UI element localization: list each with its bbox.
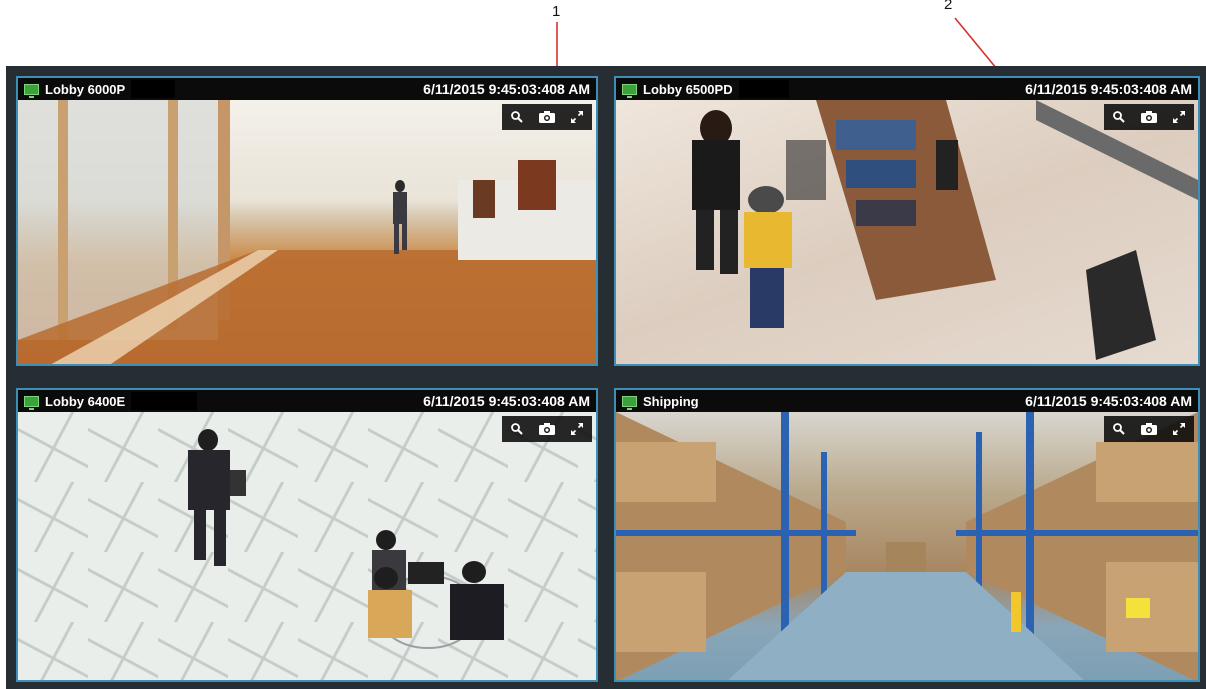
callout-label-2: 2 [944, 0, 953, 13]
search-icon[interactable] [502, 104, 532, 130]
warehouse-scene-image [616, 412, 1198, 680]
timestamp: 6/11/2015 9:45:03:408 AM [1025, 81, 1192, 97]
expand-icon[interactable] [1164, 416, 1194, 442]
video-tile-lobby-6000p[interactable]: Lobby 6000P 6/11/2015 9:45:03:408 AM [16, 76, 598, 366]
video-grid: Lobby 6000P 6/11/2015 9:45:03:408 AM Lob… [6, 66, 1206, 689]
camera-name: Shipping [643, 393, 699, 409]
tile-titlebar: Lobby 6500PD 6/11/2015 9:45:03:408 AM [616, 78, 1198, 100]
timestamp: 6/11/2015 9:45:03:408 AM [423, 81, 590, 97]
timestamp: 6/11/2015 9:45:03:408 AM [423, 393, 590, 409]
callout-label-1: 1 [552, 3, 561, 20]
search-icon[interactable] [502, 416, 532, 442]
expand-icon[interactable] [1164, 104, 1194, 130]
name-redaction-box [738, 80, 789, 98]
hallway-scene-image [18, 100, 596, 364]
camera-snapshot-icon[interactable] [1134, 416, 1164, 442]
tile-controls [502, 104, 592, 130]
name-redaction-box [131, 392, 198, 410]
video-feed[interactable] [616, 100, 1198, 364]
search-icon[interactable] [1104, 416, 1134, 442]
video-feed[interactable] [18, 412, 596, 680]
lobby-floor-scene-image [188, 429, 504, 649]
camera-name: Lobby 6500PD [643, 81, 733, 97]
camera-snapshot-icon[interactable] [532, 104, 562, 130]
camera-status-icon [622, 395, 637, 410]
camera-snapshot-icon[interactable] [1134, 104, 1164, 130]
timestamp: 6/11/2015 9:45:03:408 AM [1025, 393, 1192, 409]
camera-status-icon [24, 83, 39, 98]
camera-status-icon [24, 395, 39, 410]
camera-name: Lobby 6000P [45, 81, 126, 97]
name-redaction-box [131, 80, 176, 98]
expand-icon[interactable] [562, 416, 592, 442]
tile-controls [502, 416, 592, 442]
video-feed[interactable] [616, 412, 1198, 680]
tile-titlebar: Lobby 6400E 6/11/2015 9:45:03:408 AM [18, 390, 596, 412]
tile-titlebar: Lobby 6000P 6/11/2015 9:45:03:408 AM [18, 78, 596, 100]
video-tile-shipping[interactable]: Shipping 6/11/2015 9:45:03:408 AM [614, 388, 1200, 682]
tile-titlebar: Shipping 6/11/2015 9:45:03:408 AM [616, 390, 1198, 412]
tile-controls [1104, 104, 1194, 130]
video-tile-lobby-6500pd[interactable]: Lobby 6500PD 6/11/2015 9:45:03:408 AM [614, 76, 1200, 366]
store-scene-image [692, 100, 1198, 360]
camera-snapshot-icon[interactable] [532, 416, 562, 442]
camera-name: Lobby 6400E [45, 393, 126, 409]
tile-controls [1104, 416, 1194, 442]
video-feed[interactable] [18, 100, 596, 364]
video-tile-lobby-6400e[interactable]: Lobby 6400E 6/11/2015 9:45:03:408 AM [16, 388, 598, 682]
search-icon[interactable] [1104, 104, 1134, 130]
camera-status-icon [622, 83, 637, 98]
expand-icon[interactable] [562, 104, 592, 130]
